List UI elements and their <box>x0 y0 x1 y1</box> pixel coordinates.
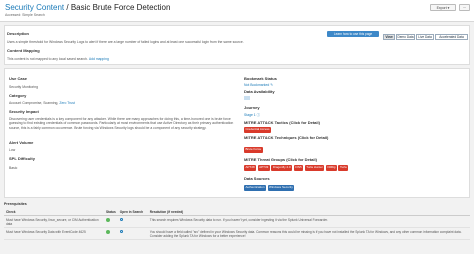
spl-difficulty-value: Basic <box>9 166 18 170</box>
mitre-groups-list: APT28 APT33 Dragonfly 2.0 FIN5 Turla Hun… <box>244 165 349 171</box>
prereq-check: Must have Windows Security, linux_secure… <box>4 215 104 228</box>
category-value: Account Compromise, Scanning, <box>9 101 59 105</box>
check-circle-icon <box>106 229 110 234</box>
live-data-button[interactable]: Live Data <box>416 34 434 40</box>
demo-data-button[interactable]: Demo Data <box>396 34 415 40</box>
category-row: Account Compromise, Scanning, Zero Trust <box>9 101 75 105</box>
prereq-resolution: You should have a field called "src" def… <box>147 227 470 240</box>
content-mapping-heading: Content Mapping <box>7 48 40 53</box>
bookmark-heading: Bookmark Status <box>244 76 277 81</box>
prereq-open <box>117 227 148 240</box>
prereq-resolution: This search requires Windows Security da… <box>147 215 470 228</box>
table-row: Must have Windows Security Data with Eve… <box>4 227 470 240</box>
threat-group-tag[interactable]: Turla <box>338 165 349 171</box>
mitre-techniques-heading: MITRE ATT&CK Techniques (Click for Detai… <box>244 135 329 140</box>
search-icon[interactable] <box>119 217 124 221</box>
threat-group-tag[interactable]: Dragonfly 2.0 <box>271 165 293 171</box>
threat-group-tag[interactable]: APT28 <box>244 165 257 171</box>
prerequisites-table: Check Status Open in Search Resolution (… <box>4 209 470 240</box>
use-case-heading: Use Case <box>9 76 28 81</box>
security-impact-heading: Security Impact <box>9 109 39 114</box>
mitre-tactic-tag[interactable]: Credential Access <box>244 127 272 133</box>
journey-stage-link[interactable]: Stage 1 ⓘ <box>244 113 260 117</box>
journey-heading: Journey <box>244 105 260 110</box>
bookmark-status-link[interactable]: Not Bookmarked ✎ <box>244 83 273 87</box>
data-sources-list: Authentication Windows Security <box>244 185 295 191</box>
view-label: View <box>383 34 395 40</box>
details-panel: Use Case Security Monitoring Category Ac… <box>4 68 470 198</box>
data-sources-heading: Data Sources <box>244 176 270 181</box>
threat-group-tag[interactable]: OilRig <box>325 165 337 171</box>
threat-group-tag[interactable]: Turla Hunter <box>304 165 325 171</box>
data-availability-heading: Data Availability <box>244 89 275 94</box>
prereq-open <box>117 215 148 228</box>
alert-volume-heading: Alert Volume <box>9 140 34 145</box>
page-title-text: Basic Brute Force Detection <box>70 3 171 12</box>
threat-group-tag[interactable]: APT33 <box>257 165 270 171</box>
accelerated-data-button[interactable]: Accelerated Data <box>435 34 468 40</box>
table-row: Must have Windows Security, linux_secure… <box>4 215 470 228</box>
prerequisites-title: Prerequisites <box>4 202 27 206</box>
breadcrumb-separator: / <box>64 3 71 12</box>
use-case-value: Security Monitoring <box>9 85 39 89</box>
mitre-techniques-list: Brute Force <box>244 147 263 153</box>
mitre-groups-heading: MITRE Threat Groups (Click for Detail) <box>244 157 317 162</box>
mitre-technique-tag[interactable]: Brute Force <box>244 147 263 153</box>
security-impact-text: Discovering user credentials is a key co… <box>9 117 234 130</box>
check-circle-icon <box>106 217 110 222</box>
more-options-button[interactable]: ⋯ <box>459 4 470 11</box>
prereq-status <box>104 215 118 228</box>
page-title: Security Content / Basic Brute Force Det… <box>5 3 170 13</box>
mitre-tactics-list: Credential Access <box>244 127 272 133</box>
content-mapping-text: This content is not mapped to any local … <box>7 57 88 61</box>
mitre-tactics-heading: MITRE ATT&CK Tactics (Click for Detail) <box>244 120 320 125</box>
description-panel: Description Uses a simple threshold for … <box>4 25 470 65</box>
content-mapping-row: This content is not mapped to any local … <box>7 57 109 61</box>
add-mapping-link[interactable]: Add mapping <box>89 57 109 61</box>
search-icon[interactable] <box>119 229 124 233</box>
prereq-check: Must have Windows Security Data with Eve… <box>4 227 104 240</box>
data-source-tag[interactable]: Authentication <box>244 185 267 191</box>
alert-volume-value: Low <box>9 148 16 152</box>
prereq-status <box>104 227 118 240</box>
description-text: Uses a simple threshold for Windows Secu… <box>7 40 244 44</box>
data-availability-indicator <box>244 96 250 100</box>
page-subtitle: Accessed: Simple Search <box>5 13 45 17</box>
threat-group-tag[interactable]: FIN5 <box>293 165 304 171</box>
data-source-tag[interactable]: Windows Security <box>267 185 295 191</box>
description-heading: Description <box>7 31 30 36</box>
category-link[interactable]: Zero Trust <box>59 101 74 105</box>
spl-difficulty-heading: SPL Difficulty <box>9 156 35 161</box>
learn-how-button[interactable]: Learn how to use this page <box>327 31 379 37</box>
category-heading: Category <box>9 93 27 98</box>
page-header: Security Content / Basic Brute Force Det… <box>0 0 474 22</box>
breadcrumb[interactable]: Security Content <box>5 3 64 12</box>
export-button[interactable]: Export ▾ <box>430 4 456 11</box>
